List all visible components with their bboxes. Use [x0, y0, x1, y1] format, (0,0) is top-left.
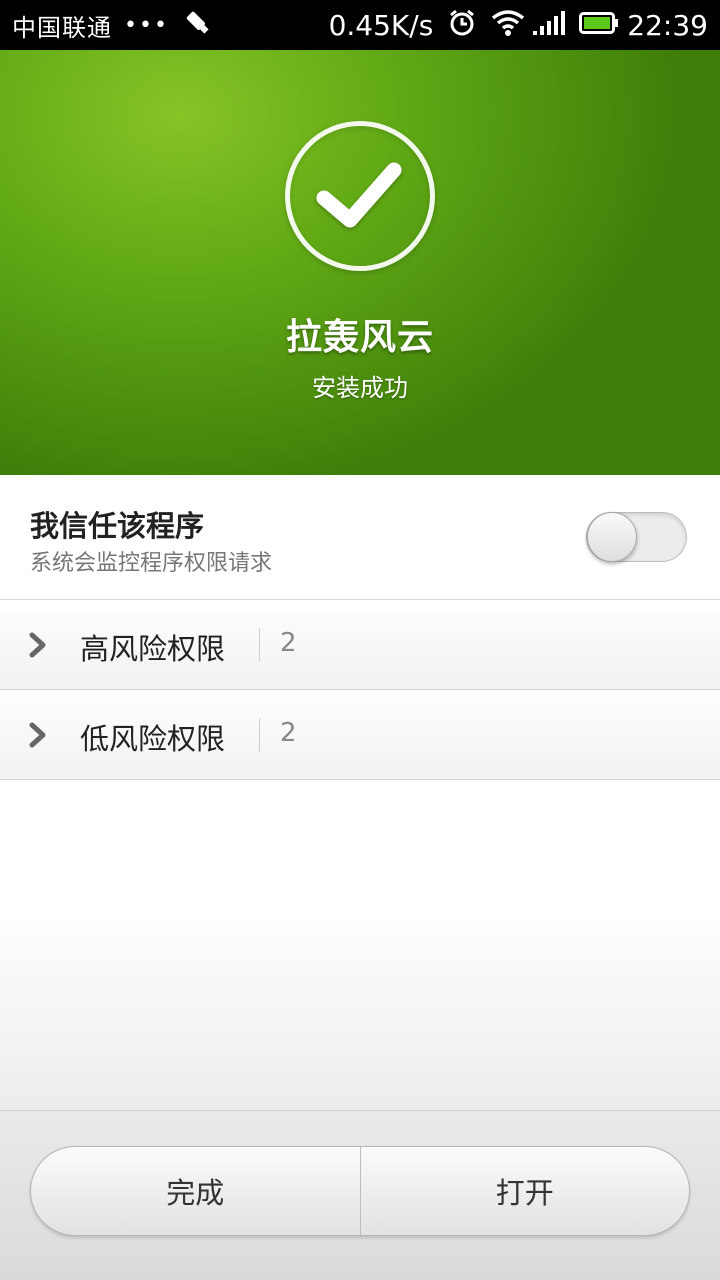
carrier-name: 中国联通: [12, 13, 112, 42]
alarm-icon: [447, 8, 477, 42]
open-button[interactable]: 打开: [361, 1147, 690, 1235]
status-bar-left: 中国联通 •••: [12, 8, 213, 43]
net-speed: 0.45K/s: [328, 8, 434, 42]
chevron-right-icon: [28, 632, 48, 662]
usb-debug-icon: [183, 8, 213, 42]
install-header: 拉轰风云 安装成功: [0, 50, 720, 475]
clock: 22:39: [627, 8, 708, 42]
divider: [259, 718, 260, 752]
toggle-knob[interactable]: [587, 512, 637, 562]
notification-dots: •••: [124, 12, 169, 38]
permission-label: 低风险权限: [80, 722, 226, 756]
divider: [259, 628, 260, 662]
permission-count: 2: [280, 628, 297, 658]
bottom-action-bar: 完成 打开: [0, 1110, 720, 1280]
permission-count: 2: [280, 718, 297, 748]
low-risk-permissions-row[interactable]: 低风险权限 2: [0, 690, 720, 780]
check-circle-icon: [285, 121, 435, 271]
signal-icon: [531, 9, 566, 41]
status-bar-right: 0.45K/s 22:39: [329, 8, 708, 42]
install-status: 安装成功: [312, 374, 408, 402]
trust-toggle[interactable]: [586, 512, 687, 562]
chevron-right-icon: [28, 722, 48, 752]
battery-icon: [579, 10, 619, 40]
done-button[interactable]: 完成: [31, 1147, 360, 1235]
trust-subtitle: 系统会监控程序权限请求: [30, 551, 273, 576]
status-bar: 中国联通 ••• 0.45K/s 22:39: [0, 0, 720, 50]
trust-title: 我信任该程序: [30, 509, 205, 543]
high-risk-permissions-row[interactable]: 高风险权限 2: [0, 600, 720, 690]
trust-app-row[interactable]: 我信任该程序 系统会监控程序权限请求: [0, 475, 720, 600]
permission-label: 高风险权限: [80, 632, 226, 666]
app-name: 拉轰风云: [285, 317, 434, 358]
content-background: [0, 780, 720, 1110]
button-group: 完成 打开: [30, 1146, 690, 1236]
wifi-icon: [491, 9, 525, 41]
